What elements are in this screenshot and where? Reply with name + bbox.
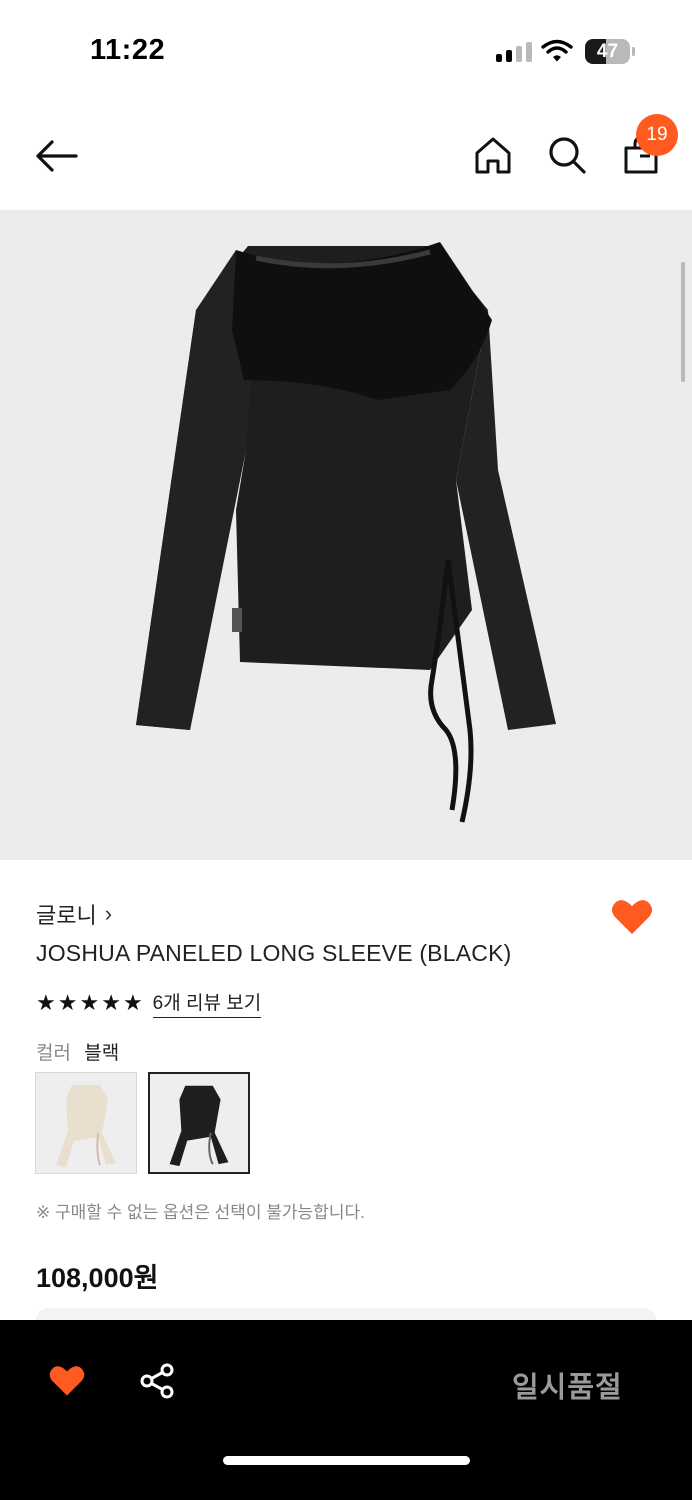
rating-stars: ★ ★ ★ ★ ★ — [36, 991, 143, 1015]
color-swatch-ivory[interactable] — [35, 1072, 137, 1174]
status-time: 11:22 — [90, 34, 166, 66]
heart-icon[interactable] — [48, 1362, 86, 1398]
cellular-signal-icon — [496, 42, 532, 62]
product-info: 글로니 › JOSHUA PANELED LONG SLEEVE (BLACK)… — [0, 860, 692, 1328]
star-icon: ★ — [36, 990, 56, 1015]
star-icon: ★ — [101, 990, 121, 1015]
color-value: 블랙 — [84, 1043, 120, 1064]
share-icon[interactable] — [138, 1362, 176, 1400]
battery-icon: 47 — [585, 39, 635, 64]
garment-illustration — [136, 242, 556, 823]
top-navigation: 19 — [0, 100, 692, 210]
back-arrow-icon[interactable] — [34, 138, 78, 174]
product-image[interactable] — [0, 210, 692, 860]
home-icon[interactable] — [472, 134, 514, 176]
color-label: 컬러 — [36, 1043, 71, 1064]
star-icon: ★ — [122, 990, 143, 1015]
chevron-right-icon: › — [104, 901, 113, 926]
star-icon: ★ — [79, 990, 100, 1015]
product-price: 108,000원 — [36, 1263, 159, 1293]
bottom-action-bar: 일시품절 — [0, 1320, 692, 1500]
color-row: 컬러 블랙 — [36, 1038, 119, 1065]
product-name: JOSHUA PANELED LONG SLEEVE (BLACK) — [36, 940, 512, 966]
color-swatch-black[interactable] — [148, 1072, 250, 1174]
image-scrollbar[interactable] — [681, 262, 685, 382]
swatch-thumbnail — [56, 1085, 116, 1167]
heart-icon[interactable] — [610, 896, 654, 936]
status-bar: 11:22 47 — [0, 0, 692, 100]
wifi-icon — [541, 39, 573, 62]
review-link[interactable]: 6개 리뷰 보기 — [152, 988, 262, 1018]
cart-count-badge: 19 — [636, 114, 678, 156]
star-icon: ★ — [57, 990, 78, 1015]
swatch-thumbnail — [169, 1085, 229, 1167]
option-notice: ※ 구매할 수 없는 옵션은 선택이 불가능합니다. — [36, 1203, 365, 1222]
brand-name: 글로니 — [36, 903, 97, 928]
home-indicator — [223, 1456, 470, 1465]
search-icon[interactable] — [546, 134, 588, 176]
rating-row: ★ ★ ★ ★ ★ 6개 리뷰 보기 — [36, 988, 262, 1018]
battery-percent: 47 — [596, 41, 619, 62]
soldout-button[interactable]: 일시품절 — [512, 1364, 623, 1406]
brand-link[interactable]: 글로니 › — [36, 898, 112, 930]
